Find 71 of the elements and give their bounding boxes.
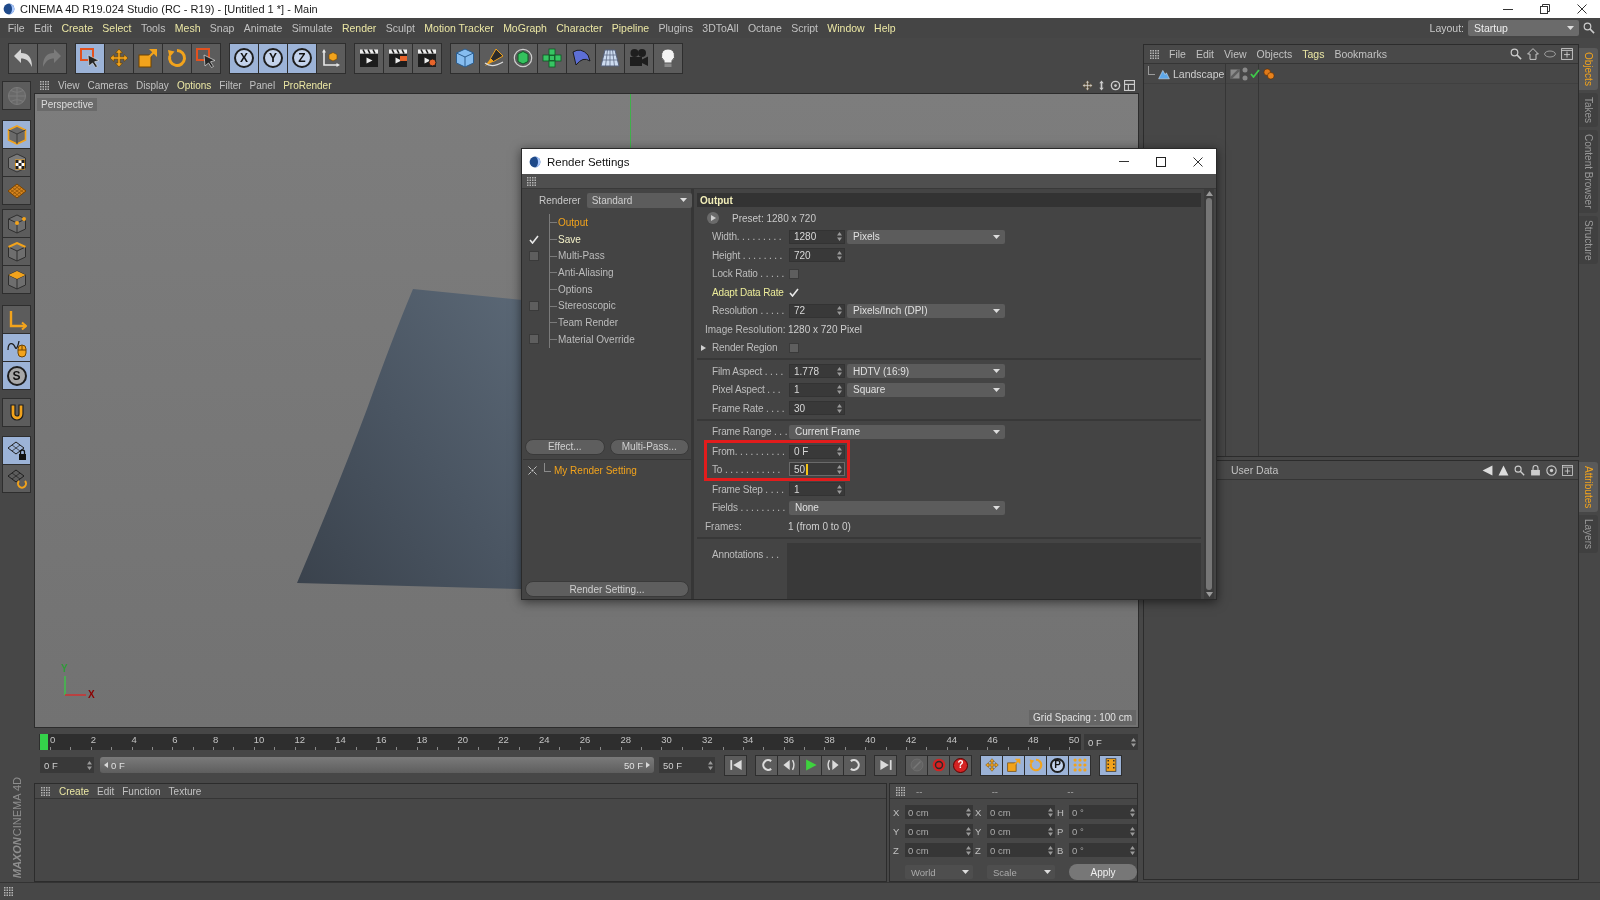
- range-end-label: 50 F: [623, 758, 643, 773]
- field-label: Frame Step . . . .: [712, 483, 785, 495]
- grid-spacing-label: Grid Spacing : 100 cm: [1029, 710, 1136, 725]
- frame-number: 44: [946, 734, 958, 747]
- axis-label: X: [88, 690, 95, 700]
- frame-number: 24: [539, 734, 550, 747]
- axis-label: Y: [975, 825, 983, 837]
- frame-number: 46: [987, 734, 998, 747]
- frame-number: 34: [742, 734, 754, 747]
- field-label: Film Aspect . . . .: [712, 365, 785, 377]
- field-label: Render Region: [712, 342, 779, 354]
- range-start-label: 0 F: [111, 759, 125, 771]
- info-value: 1280 x 720 Pixel: [788, 323, 862, 335]
- column-header: --: [915, 785, 924, 797]
- frame-number: 6: [172, 734, 178, 747]
- frame-number: 8: [213, 734, 219, 747]
- column-header: --: [1066, 785, 1075, 797]
- axis-label: X: [893, 806, 901, 818]
- frame-number: 18: [416, 734, 428, 747]
- axis-label: P: [1057, 825, 1065, 837]
- axis-label: Z: [975, 844, 982, 856]
- column-header: --: [990, 785, 999, 797]
- frame-number: 48: [1028, 734, 1039, 747]
- info-label: Frames:: [705, 520, 743, 532]
- product-logo-text: CINEMA 4D: [10, 776, 23, 837]
- frame-number: 20: [457, 734, 469, 747]
- field-label: Lock Ratio . . . . .: [712, 268, 786, 280]
- axis-label: Y: [893, 825, 901, 837]
- section-header: Output: [697, 193, 1201, 207]
- field-label: Fields . . . . . . . . .: [712, 502, 787, 514]
- frame-number: 30: [661, 734, 672, 747]
- field-label: Annotations . . .: [712, 547, 780, 560]
- layout-label: Layout:: [1429, 22, 1464, 34]
- frame-number: 0: [50, 734, 56, 747]
- camera-label: Perspective: [37, 98, 98, 111]
- frame-number: 26: [579, 734, 591, 747]
- window-title: CINEMA 4D R19.024 Studio (RC - R19) - [Untitled 1 *] - Main: [20, 3, 318, 15]
- field-label: Resolution . . . . .: [712, 305, 786, 317]
- renderer-label: Renderer: [539, 194, 581, 206]
- frame-number: 42: [905, 734, 917, 747]
- frame-number: 36: [783, 734, 795, 747]
- axis-label: X: [975, 806, 983, 818]
- field-label: Width. . . . . . . . .: [712, 231, 783, 243]
- frame-number: 40: [865, 734, 876, 747]
- field-label: Frame Rate . . . .: [712, 402, 786, 414]
- field-label: To . . . . . . . . . . .: [712, 463, 782, 475]
- frame-number: 16: [376, 734, 387, 747]
- frame-number: 28: [620, 734, 632, 747]
- info-value: 1 (from 0 to 0): [788, 520, 851, 532]
- axis-label: H: [1057, 806, 1065, 818]
- field-label: From. . . . . . . . . .: [712, 446, 786, 458]
- field-label: Frame Range . . .: [712, 426, 789, 438]
- frame-number: 2: [90, 734, 97, 747]
- frame-number: 50: [1068, 734, 1080, 747]
- info-label: Image Resolution:: [705, 323, 787, 335]
- frame-number: 12: [294, 734, 306, 747]
- field-label: Height . . . . . . . .: [712, 249, 784, 261]
- axis-label: Y: [61, 664, 68, 674]
- frame-number: 10: [253, 734, 265, 747]
- frame-number: 14: [335, 734, 346, 747]
- brand-logo-text: MAXON: [10, 837, 23, 878]
- frame-number: 4: [131, 734, 137, 747]
- axis-label: Z: [893, 844, 900, 856]
- field-label: Pixel Aspect . . .: [712, 384, 782, 396]
- dialog-title: Render Settings: [547, 155, 630, 168]
- axis-label: B: [1057, 844, 1065, 856]
- frame-number: 38: [824, 734, 835, 747]
- preset-label: Preset: 1280 x 720: [732, 212, 816, 224]
- field-label: Adapt Data Rate: [712, 286, 785, 298]
- frame-number: 22: [498, 734, 509, 747]
- frame-number: 32: [702, 734, 713, 747]
